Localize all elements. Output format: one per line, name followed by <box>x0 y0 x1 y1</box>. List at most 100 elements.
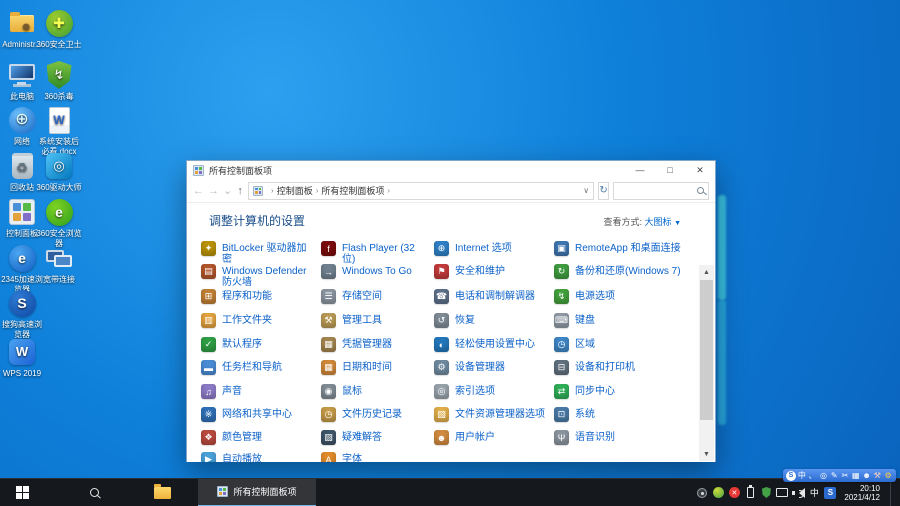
ime-toolbox-icon[interactable]: ⚒ <box>872 469 882 482</box>
taskbar-task-control-panel[interactable]: 所有控制面板项 <box>198 479 316 506</box>
tray-recorder-icon[interactable] <box>696 487 708 499</box>
cp-item-sync-center[interactable]: ⇄同步中心 <box>554 384 706 399</box>
scroll-down-icon[interactable]: ▼ <box>699 447 714 461</box>
tray-input-indicator[interactable]: 中 <box>808 487 820 499</box>
tray-ime-icon[interactable]: S <box>824 487 836 499</box>
start-button[interactable] <box>0 479 44 506</box>
ime-logo-icon[interactable]: S <box>786 471 796 481</box>
ime-keyboard-icon[interactable]: ▦ <box>851 469 861 482</box>
cp-item-label[interactable]: 声音 <box>222 384 242 397</box>
cp-item-label[interactable]: 系统 <box>575 407 595 420</box>
back-button[interactable]: ← <box>193 185 204 197</box>
cp-item-label[interactable]: 程序和功能 <box>222 289 272 302</box>
tray-360-safe-icon[interactable] <box>712 487 724 499</box>
cp-item-label[interactable]: 用户帐户 <box>455 430 495 443</box>
cp-item-label[interactable]: 安全和维护 <box>455 264 505 277</box>
desktop-icon-wps-2019[interactable]: WWPS 2019 <box>0 337 45 379</box>
cp-item-label[interactable]: 文件历史记录 <box>342 407 402 420</box>
tray-network-icon[interactable] <box>776 487 788 499</box>
cp-item-label[interactable]: 颜色管理 <box>222 430 262 443</box>
desktop-icon-360-safe-guard[interactable]: ✚360安全卫士 <box>36 8 82 50</box>
cp-item-troubleshooting[interactable]: ▨疑难解答 <box>321 430 429 445</box>
view-by-value[interactable]: 大图标 <box>645 217 672 227</box>
ime-mode-chinese-icon[interactable]: 中 <box>797 469 807 482</box>
cp-item-taskbar-nav[interactable]: ▬任务栏和导航 <box>201 360 313 375</box>
cp-item-file-explorer-options[interactable]: ▧文件资源管理器选项 <box>434 407 550 422</box>
cp-item-programs-features[interactable]: ⊞程序和功能 <box>201 289 313 304</box>
file-explorer-button[interactable] <box>140 479 184 506</box>
cp-item-phone-modem[interactable]: ☎电话和调制解调器 <box>434 289 550 304</box>
forward-button[interactable]: → <box>208 185 219 197</box>
cp-item-credential-manager[interactable]: ▦凭据管理器 <box>321 337 429 352</box>
cp-item-default-programs[interactable]: ✓默认程序 <box>201 337 313 352</box>
cp-item-defender-firewall[interactable]: ▤Windows Defender 防火墙 <box>201 264 313 288</box>
cp-item-security-maintenance[interactable]: ⚑安全和维护 <box>434 264 550 279</box>
cp-item-label[interactable]: 电源选项 <box>575 289 615 302</box>
cp-item-work-folders[interactable]: ▥工作文件夹 <box>201 313 313 328</box>
cp-item-indexing-options[interactable]: ◎索引选项 <box>434 384 550 399</box>
cp-item-devices-printers[interactable]: ⊟设备和打印机 <box>554 360 706 375</box>
scrollbar-thumb[interactable] <box>700 280 713 420</box>
cp-item-label[interactable]: 语音识别 <box>575 430 615 443</box>
cp-item-internet-options[interactable]: ⊕Internet 选项 <box>434 241 550 256</box>
address-dropdown-icon[interactable]: ∨ <box>583 186 589 195</box>
close-button[interactable]: ✕ <box>685 161 715 179</box>
up-button[interactable]: ↑ <box>236 185 244 197</box>
cp-item-label[interactable]: 字体 <box>342 452 362 462</box>
ime-settings-icon[interactable]: ⚙ <box>883 469 893 482</box>
cp-item-user-accounts[interactable]: ☻用户帐户 <box>434 430 550 445</box>
cp-item-backup-restore[interactable]: ↻备份和还原(Windows 7) <box>554 264 706 279</box>
cp-item-remoteapp[interactable]: ▣RemoteApp 和桌面连接 <box>554 241 706 256</box>
search-input[interactable] <box>618 186 697 196</box>
show-desktop-button[interactable] <box>890 479 894 506</box>
cp-item-ease-of-access[interactable]: ◐轻松使用设置中心 <box>434 337 550 352</box>
scroll-up-icon[interactable]: ▲ <box>699 265 714 279</box>
cp-item-label[interactable]: 文件资源管理器选项 <box>455 407 545 420</box>
cp-item-network-sharing[interactable]: ※网络和共享中心 <box>201 407 313 422</box>
cp-item-label[interactable]: 凭据管理器 <box>342 337 392 350</box>
tray-usb-icon[interactable] <box>744 487 756 499</box>
desktop-icon-360-browser[interactable]: e360安全浏览器 <box>36 197 82 249</box>
search-box[interactable] <box>613 182 709 200</box>
cp-item-power-options[interactable]: ↯电源选项 <box>554 289 706 304</box>
cp-item-label[interactable]: 管理工具 <box>342 313 382 326</box>
cp-item-label[interactable]: 任务栏和导航 <box>222 360 282 373</box>
ime-cut-icon[interactable]: ✂ <box>840 469 850 482</box>
cp-item-sound[interactable]: ♫声音 <box>201 384 313 399</box>
cp-item-date-time[interactable]: ▦日期和时间 <box>321 360 429 375</box>
desktop-icon-readme-docx[interactable]: W系统安装后必看.docx <box>36 105 82 157</box>
cp-item-label[interactable]: 鼠标 <box>342 384 362 397</box>
taskbar-search-button[interactable] <box>74 479 114 506</box>
desktop-icon-360-driver-master[interactable]: ◎360驱动大师 <box>36 151 82 193</box>
cp-item-label[interactable]: RemoteApp 和桌面连接 <box>575 241 681 254</box>
cp-item-device-manager[interactable]: ⚙设备管理器 <box>434 360 550 375</box>
tray-volume-icon[interactable] <box>792 487 804 499</box>
cp-item-label[interactable]: 设备和打印机 <box>575 360 635 373</box>
cp-item-storage-spaces[interactable]: ☰存储空间 <box>321 289 429 304</box>
cp-item-recovery[interactable]: ↺恢复 <box>434 313 550 328</box>
cp-item-label[interactable]: 自动播放 <box>222 452 262 462</box>
cp-item-label[interactable]: 网络和共享中心 <box>222 407 292 420</box>
recent-pages-button[interactable]: ⌄ <box>223 184 232 197</box>
cp-item-file-history[interactable]: ◷文件历史记录 <box>321 407 429 422</box>
cp-item-flash-player[interactable]: fFlash Player (32 位) <box>321 241 429 265</box>
taskbar-clock[interactable]: 20:10 2021/4/12 <box>840 484 886 502</box>
cp-item-label[interactable]: 工作文件夹 <box>222 313 272 326</box>
address-bar[interactable]: › 控制面板 › 所有控制面板项 › ∨ <box>248 182 594 200</box>
cp-item-region[interactable]: ◷区域 <box>554 337 706 352</box>
cp-item-label[interactable]: 默认程序 <box>222 337 262 350</box>
ime-emoji-icon[interactable]: ◎ <box>819 469 829 482</box>
tray-360-antivirus-icon[interactable]: ✕ <box>728 487 740 499</box>
minimize-button[interactable]: — <box>625 161 655 179</box>
cp-item-label[interactable]: 索引选项 <box>455 384 495 397</box>
desktop-icon-sogou-browser[interactable]: S搜狗高速浏览器 <box>0 288 45 340</box>
cp-item-autoplay[interactable]: ▶自动播放 <box>201 452 313 462</box>
cp-item-label[interactable]: 轻松使用设置中心 <box>455 337 535 350</box>
cp-item-admin-tools[interactable]: ⚒管理工具 <box>321 313 429 328</box>
cp-item-label[interactable]: 电话和调制解调器 <box>455 289 535 302</box>
ime-punctuation-icon[interactable]: 、 <box>808 469 818 482</box>
ime-toolbar[interactable]: S 中、◎✎✂▦☻⚒⚙ <box>783 469 896 482</box>
cp-item-system[interactable]: ⊡系统 <box>554 407 706 422</box>
window-titlebar[interactable]: 所有控制面板项 — □ ✕ <box>187 161 715 179</box>
ime-skin-icon[interactable]: ☻ <box>862 469 872 482</box>
